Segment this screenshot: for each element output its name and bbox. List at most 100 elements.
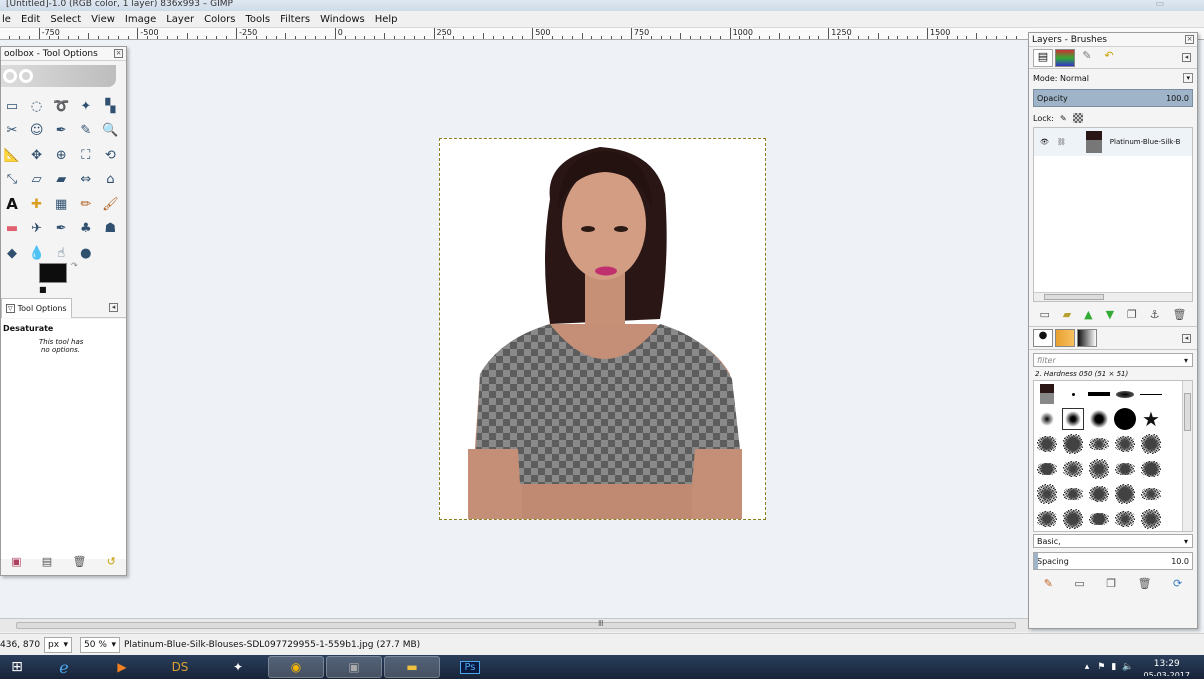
bucket-fill-tool-icon[interactable]: ◆ — [3, 245, 21, 263]
tab-patterns[interactable] — [1055, 329, 1075, 347]
brush-item[interactable] — [1036, 458, 1058, 480]
layer-row[interactable]: 👁 ⛓ Platinum-Blue-Silk-B — [1034, 128, 1192, 156]
scale-tool-icon[interactable]: ⤡ — [3, 171, 21, 189]
menu-item-windows[interactable]: Windows — [315, 14, 370, 25]
taskbar-app[interactable]: ✦ — [210, 656, 266, 678]
spacing-slider[interactable]: Spacing 10.0 — [1033, 552, 1193, 570]
reset-options-icon[interactable]: ↺ — [107, 555, 116, 568]
brush-item[interactable] — [1140, 458, 1162, 480]
clock[interactable]: 13:29 05-03-2017 — [1144, 659, 1191, 676]
taskbar-ie[interactable]: ℯ — [36, 656, 92, 678]
ellipse-select-tool-icon[interactable]: ◌ — [28, 97, 46, 115]
canvas-image[interactable] — [439, 138, 766, 520]
brush-item[interactable] — [1062, 508, 1084, 530]
edit-brush-icon[interactable]: ✎ — [1044, 577, 1053, 590]
lock-alpha-icon[interactable] — [1072, 113, 1083, 123]
tab-paths[interactable]: ✎ — [1077, 49, 1097, 67]
brush-item[interactable] — [1114, 483, 1136, 505]
brush-item[interactable] — [1114, 458, 1136, 480]
brush-item[interactable] — [1062, 483, 1084, 505]
eraser-tool-icon[interactable]: ▬ — [3, 220, 21, 238]
crop-tool-icon[interactable]: ⛶ — [77, 146, 95, 164]
start-button[interactable]: ⊞ — [0, 656, 34, 678]
scrollbar-thumb[interactable] — [16, 622, 1016, 629]
heal-tool-icon[interactable]: ✚ — [28, 195, 46, 213]
duplicate-layer-icon[interactable]: ❐ — [1127, 308, 1137, 321]
duplicate-brush-icon[interactable]: ❐ — [1106, 577, 1116, 590]
brush-item[interactable] — [1140, 383, 1162, 405]
delete-layer-icon[interactable]: 🗑 — [1173, 308, 1187, 321]
taskbar-photoshop[interactable]: Ps — [442, 656, 498, 678]
blur-tool-icon[interactable]: 💧 — [28, 245, 46, 263]
network-icon[interactable]: ▮ — [1111, 662, 1116, 672]
rect-select-tool-icon[interactable]: ▭ — [3, 97, 21, 115]
clone-tool-icon[interactable]: ♣ — [77, 220, 95, 238]
restore-options-icon[interactable]: ▤ — [42, 555, 52, 568]
tab-brushes[interactable]: ● — [1033, 329, 1053, 347]
mode-dropdown-icon[interactable]: ▾ — [1183, 73, 1193, 83]
brush-item[interactable] — [1036, 433, 1058, 455]
brush-item[interactable] — [1036, 508, 1058, 530]
reset-colors-icon[interactable]: ■ — [39, 285, 47, 294]
pencil-tool-icon[interactable]: ✏ — [77, 195, 95, 213]
swap-colors-icon[interactable]: ↷ — [71, 261, 78, 270]
flip-tool-icon[interactable]: ⇔ — [77, 171, 95, 189]
perspective-tool-icon[interactable]: ▰ — [52, 171, 70, 189]
brush-item[interactable] — [1088, 458, 1110, 480]
brush-item[interactable] — [1114, 408, 1136, 430]
volume-icon[interactable]: 🔈 — [1122, 662, 1133, 672]
menu-item-help[interactable]: Help — [370, 14, 403, 25]
airbrush-tool-icon[interactable]: ✈ — [28, 220, 46, 238]
filter-dropdown-icon[interactable]: ▾ — [1184, 356, 1192, 365]
preset-dropdown-icon[interactable]: ▾ — [1184, 537, 1192, 546]
brush-item[interactable] — [1140, 508, 1162, 530]
taskbar-chrome[interactable]: ◉ — [268, 656, 324, 678]
new-group-icon[interactable]: ▰ — [1063, 308, 1071, 321]
brush-item[interactable] — [1062, 383, 1084, 405]
brush-item[interactable] — [1088, 483, 1110, 505]
menu-item-select[interactable]: Select — [45, 14, 86, 25]
brush-item[interactable] — [1088, 508, 1110, 530]
tab-menu-icon[interactable]: ◂ — [1182, 333, 1191, 343]
smudge-tool-icon[interactable]: ☝ — [52, 245, 70, 263]
unit-select[interactable]: px ▾ — [44, 636, 72, 653]
brush-item[interactable] — [1114, 508, 1136, 530]
menu-item-layer[interactable]: Layer — [161, 14, 199, 25]
layers-hscrollbar[interactable] — [1034, 292, 1192, 301]
show-hidden-icons-icon[interactable]: ▴ — [1085, 662, 1090, 672]
foreground-select-tool-icon[interactable]: ☺ — [28, 122, 46, 140]
brush-item[interactable] — [1036, 483, 1058, 505]
mode-value[interactable]: Normal — [1060, 74, 1089, 83]
menu-item-view[interactable]: View — [86, 14, 120, 25]
taskbar-gimp[interactable]: ▣ — [326, 656, 382, 678]
brush-item[interactable] — [1036, 383, 1058, 405]
free-select-tool-icon[interactable]: ➰ — [52, 97, 70, 115]
save-options-icon[interactable]: ▣ — [11, 555, 21, 568]
brush-vscrollbar[interactable] — [1182, 381, 1192, 531]
shear-tool-icon[interactable]: ▱ — [28, 171, 46, 189]
brush-item[interactable] — [1062, 458, 1084, 480]
rotate-tool-icon[interactable]: ⟲ — [101, 146, 119, 164]
close-icon[interactable]: × — [114, 49, 123, 58]
ink-tool-icon[interactable]: ✒ — [52, 220, 70, 238]
scissors-tool-icon[interactable]: ✂ — [3, 122, 21, 140]
eye-icon[interactable]: 👁 — [1040, 138, 1049, 146]
brush-item[interactable] — [1088, 383, 1110, 405]
scrollbar-thumb[interactable] — [1184, 393, 1191, 431]
brush-item[interactable] — [1088, 408, 1110, 430]
brush-item[interactable] — [1114, 383, 1136, 405]
brush-item[interactable] — [1140, 433, 1162, 455]
delete-options-icon[interactable]: 🗑 — [72, 555, 86, 568]
lock-pixels-icon[interactable]: ✎ — [1060, 114, 1067, 123]
text-tool-icon[interactable]: A — [3, 195, 21, 213]
dodge-tool-icon[interactable]: ● — [77, 245, 95, 263]
blend-tool-icon[interactable]: ▦ — [52, 195, 70, 213]
paintbrush-tool-icon[interactable]: 🖌 — [101, 195, 119, 213]
refresh-brushes-icon[interactable]: ⟳ — [1173, 577, 1182, 590]
measure-tool-icon[interactable]: 📐 — [3, 146, 21, 164]
menu-item-colors[interactable]: Colors — [199, 14, 240, 25]
cage-tool-icon[interactable]: ⌂ — [101, 171, 119, 189]
foreground-color-swatch[interactable] — [39, 263, 67, 283]
taskbar-ds[interactable]: DS — [152, 656, 208, 678]
horizontal-scrollbar[interactable]: Ⅲ — [0, 618, 1030, 632]
